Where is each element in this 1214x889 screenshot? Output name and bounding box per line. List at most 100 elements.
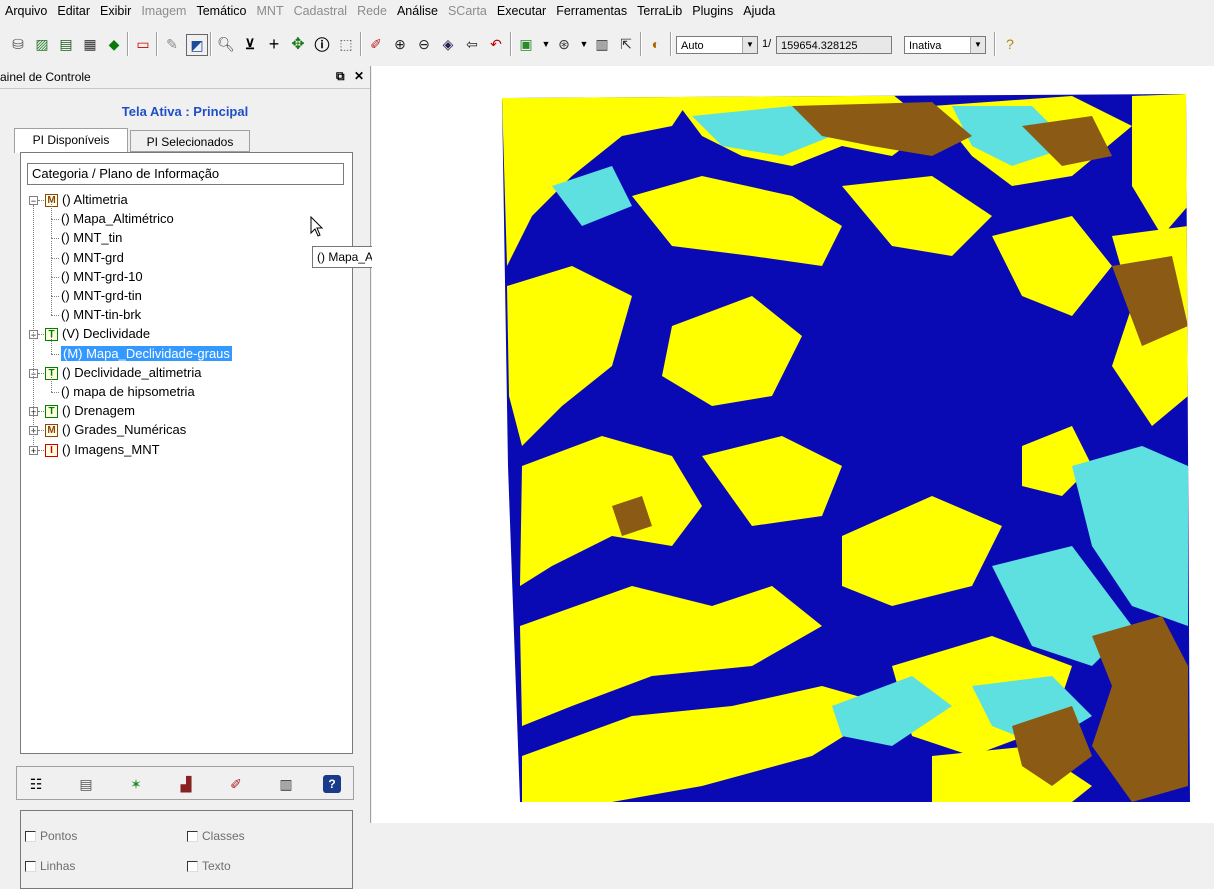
menu-item-plugins[interactable]: Plugins [687, 4, 738, 18]
menu-item-mnt[interactable]: MNT [252, 4, 289, 18]
tree-layer[interactable]: () MNT-grd-10 [61, 268, 143, 286]
dropdown-icon[interactable]: ▼ [536, 34, 556, 54]
checkbox-linhas[interactable]: Linhas [25, 859, 75, 873]
scale-prefix: 1/ [762, 38, 772, 50]
zoom-area-icon[interactable]: ◈ [438, 34, 458, 54]
edit-icon[interactable]: ✎ [162, 34, 182, 54]
tree-header[interactable]: Categoria / Plano de Informação [27, 163, 344, 185]
select-icon[interactable]: ⬚ [336, 34, 356, 54]
tree-node-label: () Declividade_altimetria [62, 364, 202, 380]
theme-icon[interactable]: ✶ [127, 775, 145, 793]
tree-category[interactable]: T (V) Declividade [45, 325, 150, 343]
undo-icon[interactable]: ↶ [486, 34, 506, 54]
polygon-icon[interactable]: ◆ [104, 34, 124, 54]
panel-title: ainel de Controle [0, 70, 91, 84]
window-icon[interactable]: ▭ [133, 34, 153, 54]
menu-item-exibir[interactable]: Exibir [95, 4, 136, 18]
scale-value-field[interactable]: 159654.328125 [776, 36, 892, 54]
menu-bar: Arquivo Editar Exibir Imagem Temático MNT Cada… [0, 0, 1214, 22]
draw-icon[interactable]: ◩ [186, 34, 208, 56]
layers-icon[interactable]: ▤ [56, 34, 76, 54]
float-icon[interactable]: ⧉ [336, 69, 345, 84]
category-type-icon: I [45, 443, 58, 457]
layer-state-select[interactable]: Inativa ▼ [904, 36, 986, 54]
tree-layer[interactable]: () MNT_tin [61, 229, 122, 247]
edit-style-icon[interactable]: ✐ [227, 775, 245, 793]
tree-category[interactable]: I () Imagens_MNT [45, 441, 160, 459]
tree-node-label: (M) Mapa_Declividade-graus [61, 345, 232, 361]
back-icon[interactable]: ⇦ [462, 34, 482, 54]
legend-icon[interactable]: ▥ [277, 775, 295, 793]
view-icon[interactable]: ▨ [32, 34, 52, 54]
cut-icon[interactable]: ⊻ [240, 34, 260, 54]
layer-tree: Categoria / Plano de Informação − M() Alt… [20, 152, 353, 754]
panel-tools: ☷ ▤ ✶ ▟ ✐ ▥ ? [16, 766, 354, 800]
panel-header: ainel de Controle ⧉ ✕ [0, 66, 370, 89]
menu-item-editar[interactable]: Editar [52, 4, 95, 18]
zoom-out-icon[interactable]: ⊖ [414, 34, 434, 54]
menu-item-executar[interactable]: Executar [492, 4, 551, 18]
tree-layer[interactable]: () MNT-grd [61, 249, 124, 267]
menu-item-an-lise[interactable]: Análise [392, 4, 443, 18]
database-icon[interactable]: ⛁ [8, 34, 28, 54]
table-icon[interactable]: ▥ [592, 34, 612, 54]
menu-item-imagem[interactable]: Imagem [136, 4, 191, 18]
cursor-icon[interactable]: ⇱ [616, 34, 636, 54]
menu-item-rede[interactable]: Rede [352, 4, 392, 18]
tree-node-label: () MNT-grd-tin [61, 288, 142, 303]
mouse-cursor-icon [310, 216, 324, 237]
dropdown-icon[interactable]: ▼ [574, 34, 594, 54]
zoom-in-icon[interactable]: ⊕ [390, 34, 410, 54]
checkbox-classes[interactable]: Classes [187, 829, 245, 843]
tree-node-label: () Mapa_Altimétrico [61, 211, 174, 227]
help-icon[interactable]: ? [323, 775, 341, 793]
tree-layer[interactable]: () Mapa_Altimétrico [61, 210, 174, 228]
help-icon[interactable]: ? [1000, 34, 1020, 54]
checkbox-pontos[interactable]: Pontos [25, 829, 77, 843]
plus-icon[interactable]: + [264, 34, 284, 54]
menu-item-cadastral[interactable]: Cadastral [289, 4, 353, 18]
menu-item-tem-tico[interactable]: Temático [191, 4, 251, 18]
menu-item-arquivo[interactable]: Arquivo [0, 4, 52, 18]
grid-icon[interactable]: ▦ [80, 34, 100, 54]
tree-node-label: () MNT-tin-brk [61, 307, 142, 323]
list-icon[interactable]: ☷ [27, 775, 45, 793]
tab-pi-disponiveis[interactable]: PI Disponíveis [14, 128, 128, 153]
info-icon[interactable]: ⓘ [312, 34, 332, 54]
chevron-down-icon[interactable]: ▼ [970, 37, 985, 53]
map-display[interactable] [372, 66, 1214, 823]
tree-node-label: () Altimetria [62, 192, 128, 207]
scale-icon[interactable]: ⊛ [554, 34, 574, 54]
tab-pi-selecionados[interactable]: PI Selecionados [130, 130, 250, 152]
tree-layer[interactable]: () MNT-tin-brk [61, 306, 141, 324]
menu-item-ferramentas[interactable]: Ferramentas [551, 4, 632, 18]
tree-layer[interactable]: () mapa de hipsometria [61, 383, 195, 401]
slope-map[interactable] [372, 66, 1214, 823]
properties-icon[interactable]: ▤ [77, 775, 95, 793]
scale-mode-select[interactable]: Auto ▼ [676, 36, 758, 54]
tree-category[interactable]: M() Altimetria [45, 191, 128, 209]
chevron-down-icon[interactable]: ▼ [742, 37, 757, 53]
tree-category[interactable]: T() Declividade_altimetria [45, 364, 201, 382]
pencil-icon[interactable]: ✐ [366, 34, 386, 54]
tree-layer[interactable]: (M) Mapa_Declividade-graus [61, 345, 232, 363]
zoom-icon[interactable]: 🔍︎ [216, 34, 236, 54]
tree-node-label: () Grades_Numéricas [62, 422, 187, 438]
palette-icon[interactable]: ◐ [646, 34, 666, 54]
collapse-icon[interactable]: − [29, 196, 38, 206]
close-icon[interactable]: ✕ [354, 69, 364, 83]
toolbar: ⛁ ▨ ▤ ▦ ◆ ▭ ✎ ◩ 🔍︎ ⊻ + ✥ ⓘ ⬚ ✐ ⊕ ⊖ ◈ ⇦ ↶… [0, 24, 1214, 66]
tree-node-label: () MNT_tin [61, 230, 123, 246]
menu-item-terralib[interactable]: TerraLib [632, 4, 687, 18]
menu-item-scarta[interactable]: SCarta [443, 4, 492, 18]
chart-icon[interactable]: ▟ [177, 775, 195, 793]
layer-icon[interactable]: ▣ [516, 34, 536, 54]
category-type-icon: M [45, 424, 58, 438]
checkbox-texto[interactable]: Texto [187, 859, 231, 873]
tree-category[interactable]: M () Grades_Numéricas [45, 421, 186, 439]
pan-icon[interactable]: ✥ [288, 34, 308, 54]
active-screen-label: Tela Ativa : Principal [121, 104, 249, 119]
tree-layer[interactable]: () MNT-grd-tin [61, 287, 142, 305]
menu-item-ajuda[interactable]: Ajuda [738, 4, 780, 18]
tree-category[interactable]: T () Drenagem [45, 402, 135, 420]
